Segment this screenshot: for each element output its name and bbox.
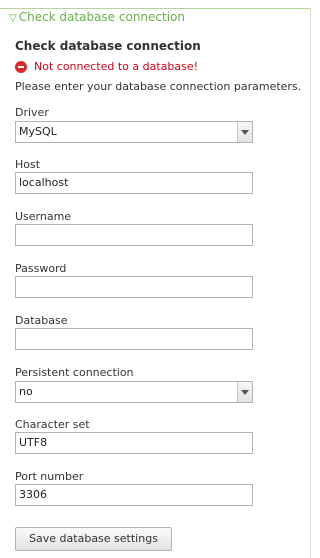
triangle-down-icon: ▽ <box>9 13 17 24</box>
charset-label: Character set <box>15 418 90 431</box>
section-title: Check database connection <box>15 39 201 53</box>
database-input[interactable] <box>15 328 253 350</box>
error-icon <box>15 61 27 73</box>
driver-value: MySQL <box>19 125 57 138</box>
save-button[interactable]: Save database settings <box>15 527 172 551</box>
driver-label: Driver <box>15 106 49 119</box>
port-label: Port number <box>15 470 84 483</box>
username-input[interactable] <box>15 224 253 246</box>
persistent-select[interactable]: no <box>15 381 253 403</box>
host-label: Host <box>15 158 41 171</box>
error-message: Not connected to a database! <box>15 60 310 74</box>
error-text: Not connected to a database! <box>34 60 199 73</box>
legend-label: Check database connection <box>18 10 185 24</box>
intro-text: Please enter your database connection pa… <box>15 80 302 93</box>
database-label: Database <box>15 314 68 327</box>
chevron-down-icon[interactable] <box>237 122 252 142</box>
charset-input[interactable]: UTF8 <box>15 432 253 454</box>
fieldset-legend[interactable]: ▽ Check database connection <box>6 9 188 27</box>
persistent-label: Persistent connection <box>15 366 134 379</box>
db-form: Check database connection Not connected … <box>15 38 310 551</box>
port-input[interactable]: 3306 <box>15 484 253 506</box>
driver-select[interactable]: MySQL <box>15 121 253 143</box>
host-input[interactable]: localhost <box>15 172 253 194</box>
password-input[interactable] <box>15 276 253 298</box>
chevron-down-icon[interactable] <box>237 382 252 402</box>
password-label: Password <box>15 262 67 275</box>
persistent-value: no <box>19 385 33 398</box>
username-label: Username <box>15 210 72 223</box>
